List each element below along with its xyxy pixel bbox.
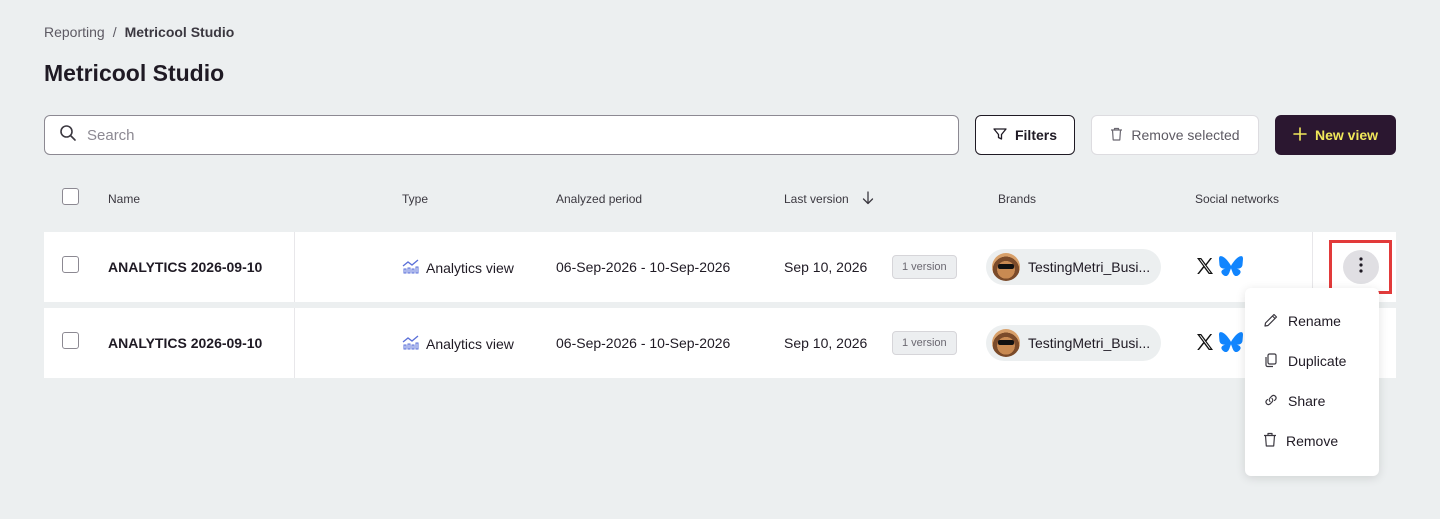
breadcrumb-reporting[interactable]: Reporting (44, 24, 105, 40)
view-type: Analytics view (402, 258, 514, 277)
brand-chip[interactable]: TestingMetri_Busi... (986, 325, 1161, 361)
menu-item-label: Share (1288, 393, 1326, 409)
vertical-dots-icon (1359, 256, 1363, 278)
view-type: Analytics view (402, 334, 514, 353)
remove-selected-label: Remove selected (1131, 127, 1240, 143)
breadcrumb-separator: / (112, 24, 117, 40)
plus-icon (1293, 126, 1307, 144)
row-checkbox[interactable] (62, 332, 79, 349)
analyzed-period: 06-Sep-2026 - 10-Sep-2026 (556, 259, 731, 275)
menu-item-rename[interactable]: Rename (1245, 301, 1379, 341)
copy-icon (1263, 352, 1279, 371)
analyzed-period: 06-Sep-2026 - 10-Sep-2026 (556, 335, 731, 351)
trash-icon (1263, 432, 1277, 450)
column-social-networks[interactable]: Social networks (1195, 192, 1279, 206)
breadcrumb: Reporting / Metricool Studio (44, 24, 234, 40)
breadcrumb-current: Metricool Studio (124, 24, 235, 40)
select-all-checkbox[interactable] (62, 188, 79, 205)
table-header: Name Type Analyzed period Last version B… (44, 188, 1396, 210)
table-row[interactable]: ANALYTICS 2026-09-10 Analytics view 06-S… (44, 232, 1396, 302)
avatar (992, 253, 1020, 281)
menu-item-remove[interactable]: Remove (1245, 421, 1379, 461)
remove-selected-button[interactable]: Remove selected (1091, 115, 1259, 155)
new-view-button[interactable]: New view (1275, 115, 1396, 155)
row-checkbox[interactable] (62, 256, 79, 273)
filters-button[interactable]: Filters (975, 115, 1075, 155)
sort-arrow-down-icon[interactable] (862, 191, 874, 208)
column-last-version[interactable]: Last version (784, 192, 849, 206)
link-icon (1263, 392, 1279, 411)
bluesky-icon (1219, 256, 1243, 281)
version-badge[interactable]: 1 version (892, 331, 957, 355)
search-icon (59, 124, 77, 147)
social-networks (1195, 332, 1243, 357)
brand-name: TestingMetri_Busi... (1028, 259, 1151, 275)
context-menu: Rename Duplicate Share Remove (1245, 288, 1379, 476)
menu-item-duplicate[interactable]: Duplicate (1245, 341, 1379, 381)
x-icon (1195, 256, 1215, 281)
column-divider (294, 308, 295, 378)
menu-item-share[interactable]: Share (1245, 381, 1379, 421)
x-icon (1195, 332, 1215, 357)
trash-icon (1110, 127, 1123, 144)
column-name[interactable]: Name (108, 192, 140, 206)
view-name[interactable]: ANALYTICS 2026-09-10 (108, 259, 262, 275)
page-title: Metricool Studio (44, 60, 225, 86)
version-badge[interactable]: 1 version (892, 255, 957, 279)
avatar (992, 329, 1020, 357)
view-name[interactable]: ANALYTICS 2026-09-10 (108, 335, 262, 351)
menu-item-label: Remove (1286, 433, 1339, 449)
column-divider (294, 232, 295, 302)
filter-icon (993, 127, 1007, 144)
menu-item-label: Rename (1288, 313, 1341, 329)
filters-label: Filters (1014, 127, 1057, 143)
more-options-button[interactable] (1343, 250, 1379, 284)
search-input[interactable] (87, 126, 958, 144)
brand-chip[interactable]: TestingMetri_Busi... (986, 249, 1161, 285)
last-version-date: Sep 10, 2026 (784, 259, 868, 275)
bluesky-icon (1219, 332, 1243, 357)
column-brands[interactable]: Brands (998, 192, 1036, 206)
pencil-icon (1263, 312, 1279, 331)
analytics-chart-icon (402, 334, 420, 353)
new-view-label: New view (1314, 127, 1379, 143)
column-type[interactable]: Type (402, 192, 428, 206)
analytics-chart-icon (402, 258, 420, 277)
menu-item-label: Duplicate (1288, 353, 1347, 369)
column-analyzed-period[interactable]: Analyzed period (556, 192, 642, 206)
brand-name: TestingMetri_Busi... (1028, 335, 1151, 351)
view-type-label: Analytics view (426, 335, 514, 352)
view-type-label: Analytics view (426, 259, 514, 276)
search-box[interactable] (44, 115, 959, 155)
social-networks (1195, 256, 1243, 281)
table-row[interactable]: ANALYTICS 2026-09-10 Analytics view 06-S… (44, 308, 1396, 378)
last-version-date: Sep 10, 2026 (784, 335, 868, 351)
